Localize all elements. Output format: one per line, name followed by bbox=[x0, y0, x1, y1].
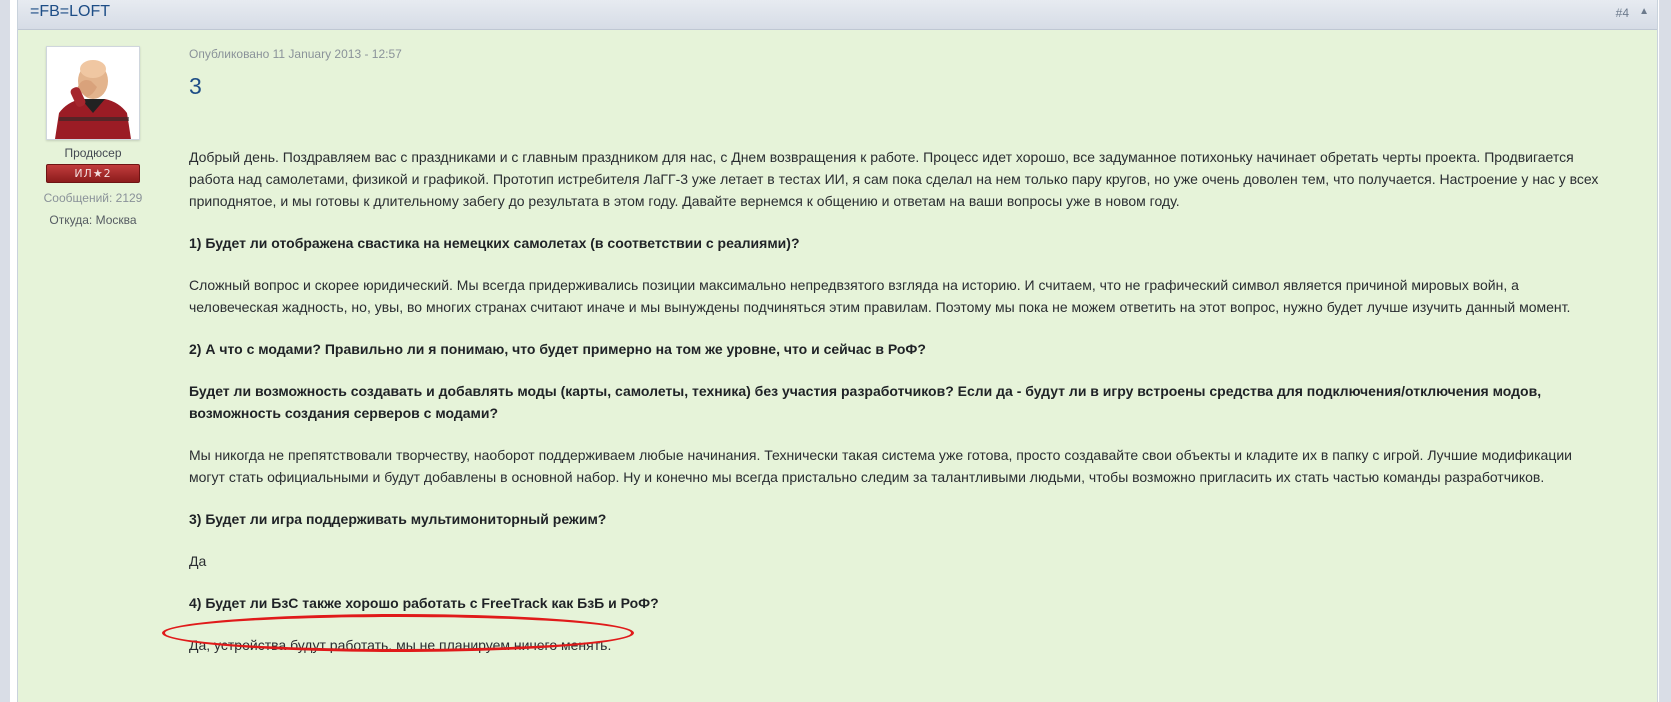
location-label: Откуда: bbox=[49, 213, 93, 227]
answer-3: Да bbox=[189, 553, 207, 569]
question-1: 1) Будет ли отображена свастика на немец… bbox=[189, 235, 800, 251]
answer-2: Мы никогда не препятствовали творчеству,… bbox=[189, 447, 1572, 485]
page-margin-right bbox=[1659, 0, 1671, 702]
rank-badge: ИЛ★2 bbox=[46, 164, 140, 183]
scroll-top-icon[interactable]: ▲ bbox=[1639, 6, 1649, 17]
member-title: Продюсер bbox=[64, 146, 122, 160]
published-date: Опубликовано 11 January 2013 - 12:57 bbox=[189, 47, 402, 61]
post-number-link[interactable]: #4 bbox=[1616, 6, 1629, 20]
post-header: =FB=LOFT #4 ▲ bbox=[18, 0, 1657, 30]
post-body: Добрый день. Поздравляем вас с праздника… bbox=[189, 146, 1609, 656]
post-content: Опубликовано 11 January 2013 - 12:57 3 Д… bbox=[189, 46, 1609, 676]
answer-1: Сложный вопрос и скорее юридический. Мы … bbox=[189, 277, 1571, 315]
question-2-detail: Будет ли возможность создавать и добавля… bbox=[189, 383, 1542, 421]
page-margin-left bbox=[0, 0, 10, 702]
avatar[interactable] bbox=[46, 46, 140, 140]
location-value: Москва bbox=[95, 213, 137, 227]
paragraph-intro: Добрый день. Поздравляем вас с праздника… bbox=[189, 149, 1599, 209]
answer-4: Да, устройства будут работать, мы не пла… bbox=[189, 637, 612, 653]
posts-count-label: Сообщений: bbox=[43, 191, 113, 205]
question-2: 2) А что с модами? Правильно ли я понима… bbox=[189, 341, 926, 357]
posts-count-value: 2129 bbox=[115, 191, 143, 205]
author-name-link[interactable]: =FB=LOFT bbox=[30, 3, 110, 21]
post-title: 3 bbox=[189, 73, 202, 99]
question-3: 3) Будет ли игра поддерживать мультимони… bbox=[189, 511, 607, 527]
question-4: 4) Будет ли БзС также хорошо работать с … bbox=[189, 595, 659, 611]
location: Откуда: Москва bbox=[38, 213, 148, 227]
posts-count: Сообщений: 2129 bbox=[38, 191, 148, 205]
author-info: Продюсер ИЛ★2 Сообщений: 2129 Откуда: Мо… bbox=[38, 46, 148, 227]
